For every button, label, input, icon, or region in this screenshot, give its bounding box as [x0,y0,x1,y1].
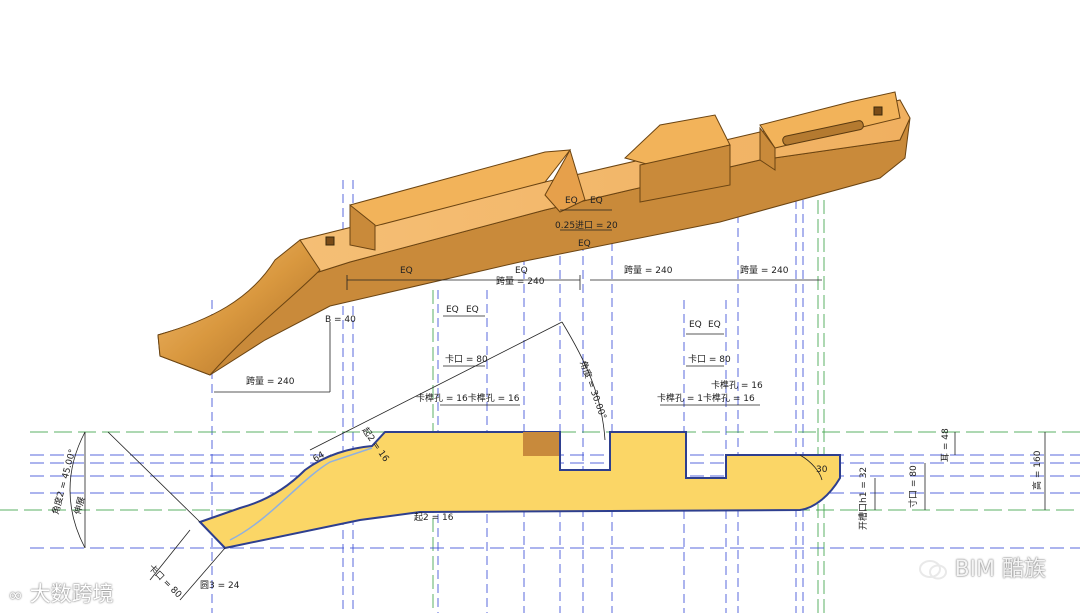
dim-2d-height: 高 = 160 [1031,450,1043,490]
dim-2d-mouth-l: 卡口 = 80 [445,353,488,365]
dim-2d-open-mouth: 开槽口h1 = 32 [857,467,869,530]
dim-2d-scale-mouth: 寸口 = 80 [907,465,919,508]
watermark-left-text: 大数跨境 [29,582,114,606]
dim-2d-r30: 30 [816,465,828,475]
dim-3d-eq-1: EQ [400,266,413,276]
dim-3d-span-3: 跨量 = 240 [740,265,789,276]
wechat-icon [919,560,948,580]
square-hole-2d [523,432,559,456]
dim-2d-eq-r1: EQ [689,320,702,330]
dim-3d-eq-2: EQ [515,266,528,276]
dim-2d-angle2: 角度2 = 45.00° [49,448,78,516]
dim-2d-mouth-bottom: 卡口 = 80 [146,562,185,601]
dim-3d-eq-top-b: EQ [590,196,603,206]
loop-icon: ∞ [8,585,23,606]
watermark-bim: BIM 酷族 [918,551,1046,583]
dim-3d-b40: B = 40 [325,315,356,325]
dim-3d-span-left: 跨量 = 240 [246,376,295,387]
dim-2d-hole-r: 卡榫孔 = 1卡榫孔 = 16 [657,392,755,404]
dim-2d-eq-r2: EQ [708,320,721,330]
drawing-canvas: EQ EQ EQ EQ EQ 0.25进口 = 20 跨量 = 240 跨量 =… [0,91,1080,613]
dim-2d-hole-l: 卡榫孔 = 16卡榫孔 = 16 [416,392,520,404]
dim-2d-angle: 角度 = 30.00° [577,359,609,421]
dim-2d-eq-l2: EQ [466,305,479,315]
dim-2d-ear: 耳 = 48 [940,428,951,462]
dim-2d-eq-l1: EQ [446,305,459,315]
watermark-left: ∞ 大数跨境 [8,578,114,608]
dim-3d-slot: 0.25进口 = 20 [555,220,618,231]
dim-3d-span-1: 跨量 = 240 [496,276,545,287]
dim-2d-hole3: 圆3 = 24 [200,580,240,591]
dim-3d-eq-top-a: EQ [565,196,578,206]
watermark-bim-text: BIM 酷族 [954,557,1046,582]
dim-3d-eq-top-c: EQ [578,239,591,249]
dim-2d-hole-r-top: 卡榫孔 = 16 [711,379,763,391]
dim-2d-mouth-r: 卡口 = 80 [688,353,731,365]
square-hole-left [325,236,335,246]
dim-3d-span-2: 跨量 = 240 [624,265,673,276]
profile-2d [198,431,841,550]
square-hole-right [873,106,883,116]
model-3d [157,91,911,376]
dim-2d-bottom16: 起2 = 16 [414,512,454,523]
